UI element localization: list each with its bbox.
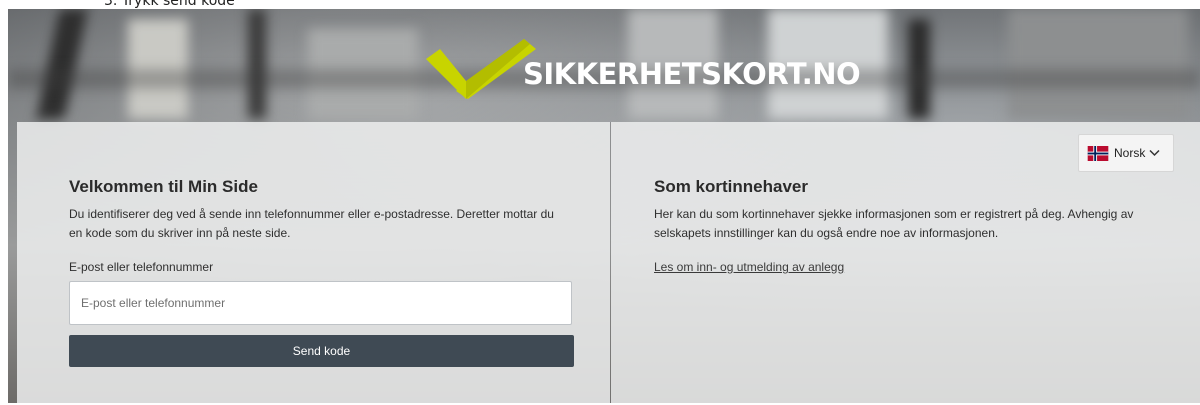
welcome-description: Du identifiserer deg ved å sende inn tel… bbox=[69, 207, 554, 240]
logo-wordmark: SIKKERHETSKORT.NO bbox=[523, 57, 861, 91]
site-logo[interactable]: SIKKERHETSKORT.NO bbox=[426, 39, 861, 109]
norway-flag-icon bbox=[1087, 145, 1109, 161]
signup-info-link[interactable]: Les om inn- og utmelding av anlegg bbox=[654, 260, 844, 274]
cardholder-heading: Som kortinnehaver bbox=[654, 177, 808, 196]
login-panel: Velkommen til Min Side Du identifiserer … bbox=[17, 122, 610, 403]
chevron-down-icon bbox=[1149, 149, 1160, 157]
contact-field-label: E-post eller telefonnummer bbox=[69, 260, 214, 274]
background-wall bbox=[1008, 9, 1188, 119]
welcome-heading: Velkommen til Min Side bbox=[69, 177, 258, 196]
checkmark-logo-icon bbox=[426, 39, 536, 99]
send-code-button[interactable]: Send kode bbox=[69, 335, 574, 367]
language-label: Norsk bbox=[1114, 146, 1146, 160]
hero-background: SIKKERHETSKORT.NO Velkommen til Min Side… bbox=[8, 9, 1200, 403]
background-beam bbox=[36, 9, 88, 119]
page-caption: 3. Trykk send kode bbox=[104, 0, 235, 9]
language-selector[interactable]: Norsk bbox=[1078, 134, 1174, 172]
background-beam bbox=[248, 9, 266, 119]
cardholder-description: Her kan du som kortinnehaver sjekke info… bbox=[654, 207, 1134, 240]
contact-input[interactable] bbox=[69, 281, 572, 325]
